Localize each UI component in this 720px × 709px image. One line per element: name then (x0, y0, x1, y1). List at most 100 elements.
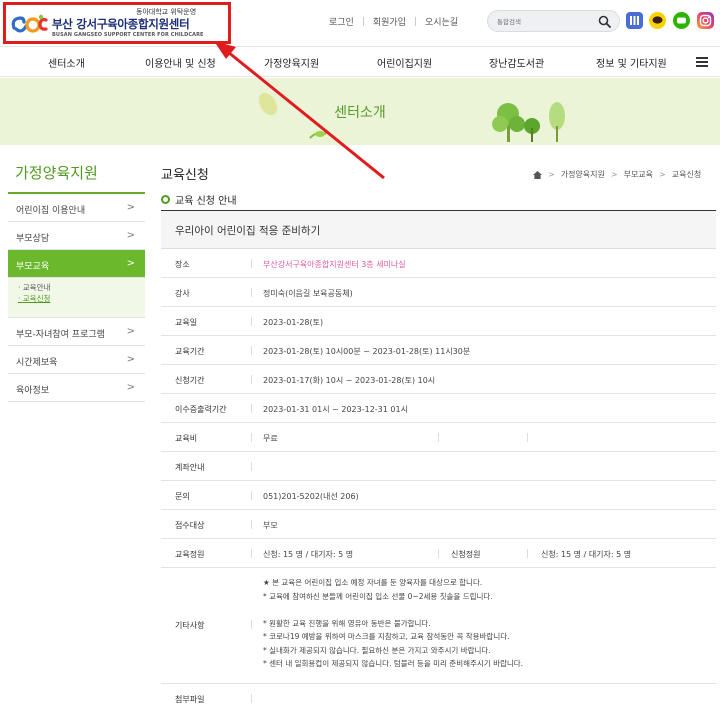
notes-list: ★ 본 교육은 어린이집 입소 예정 자녀를 둔 양육자를 대상으로 합니다. … (263, 576, 523, 671)
divider (251, 317, 252, 326)
row-value: 051)201-5202(내선 206) (263, 492, 359, 501)
login-link[interactable]: 로그인 (320, 15, 363, 28)
breadcrumb-item[interactable]: 교육신청 (672, 169, 701, 180)
submenu-item-education-info[interactable]: · 교육안내 (18, 282, 145, 293)
divider (251, 404, 252, 413)
sidebar-title: 가정양육지원 (15, 164, 98, 182)
table-row: 첨부파일 (161, 684, 716, 709)
home-icon[interactable] (533, 170, 542, 179)
row-label: 신청기간 (175, 376, 205, 385)
main-nav: 센터소개 이용안내 및 신청 가정양육지원 어린이집지원 장난감도서관 정보 및… (0, 46, 720, 77)
instagram-icon[interactable] (697, 12, 714, 29)
search-input[interactable] (497, 15, 593, 28)
directions-link[interactable]: 오시는길 (416, 15, 467, 28)
divider (251, 462, 252, 471)
blog-icon[interactable] (626, 12, 643, 29)
nav-daycare[interactable]: 어린이집지원 (377, 55, 432, 70)
note-line: * 원활한 교육 진행을 위해 영유아 동반은 불가합니다. (263, 618, 431, 628)
top-links: 로그인 회원가입 오시는길 (320, 15, 467, 28)
note-line: ★ 본 교육은 어린이집 입소 예정 자녀를 둔 양육자를 대상으로 합니다. (263, 578, 483, 587)
divider (251, 694, 252, 703)
row-value: 신청: 15 명 / 대기자: 5 명 (541, 550, 632, 559)
table-row: 접수대상 부모 (161, 510, 716, 539)
divider (438, 549, 439, 558)
row-value: 무료 (263, 434, 278, 443)
row-value: 정미숙(이음길 보육공동체) (263, 289, 353, 298)
divider (251, 346, 252, 355)
table-row: 교육기간 2023-01-28(토) 10시00분 ~ 2023-01-28(토… (161, 336, 716, 365)
header: 동아대학교 위탁운영 부산 강서구육아종합지원센터 BUSAN GANGSEO … (0, 0, 720, 46)
table-row: 문의 051)201-5202(내선 206) (161, 481, 716, 510)
sidebar-item-family-program[interactable]: 부모-자녀참여 프로그램 > (8, 318, 145, 346)
divider (251, 433, 252, 442)
row-label: 교육일 (175, 318, 198, 327)
sidebar-submenu: · 교육안내 · 교육신청 (8, 278, 145, 318)
divider (251, 375, 252, 384)
divider (251, 620, 252, 629)
nav-usage[interactable]: 이용안내 및 신청 (145, 55, 216, 70)
submenu-item-education-apply[interactable]: · 교육신청 (18, 293, 145, 304)
section-heading-label: 교육 신청 안내 (175, 196, 237, 207)
search-icon[interactable] (598, 15, 611, 28)
row-label: 계좌안내 (175, 463, 205, 472)
row-value: 신청: 15 명 / 대기자: 5 명 (263, 550, 354, 559)
row-value: 2023-01-28(토) (263, 318, 324, 327)
divider (438, 433, 439, 442)
table-row: 교육일 2023-01-28(토) (161, 307, 716, 336)
sidebar-item-label: 시간제보육 (16, 358, 58, 368)
sidebar-item-daycare-guide[interactable]: 어린이집 이용안내 > (8, 194, 145, 222)
sidebar-item-label: 어린이집 이용안내 (16, 206, 86, 216)
sidebar-item-label: 부모상담 (16, 234, 50, 244)
nav-home-care[interactable]: 가정양육지원 (264, 55, 319, 70)
row-label: 이수증출력기간 (175, 405, 227, 414)
chevron-right-icon: > (126, 326, 135, 337)
breadcrumb-item[interactable]: 가정양육지원 (561, 169, 605, 180)
breadcrumb-item[interactable]: 부모교육 (624, 169, 653, 180)
nav-toy-library[interactable]: 장난감도서관 (489, 55, 544, 70)
chevron-right-icon: > (548, 170, 555, 179)
row-value: 2023-01-31 01시 ~ 2023-12-31 01시 (263, 405, 408, 414)
table-row: 교육비 무료 (161, 423, 716, 452)
signup-link[interactable]: 회원가입 (364, 15, 415, 28)
divider (251, 491, 252, 500)
divider (251, 549, 252, 558)
table-row: 이수증출력기간 2023-01-31 01시 ~ 2023-12-31 01시 (161, 394, 716, 423)
sidebar-item-hourly-care[interactable]: 시간제보육 > (8, 346, 145, 374)
table-row: 신청기간 2023-01-17(화) 10시 ~ 2023-01-28(토) 1… (161, 365, 716, 394)
kakao-icon[interactable] (649, 12, 666, 29)
course-title-box: 우리아이 어린이집 적응 준비하기 (161, 211, 716, 249)
table-row: 기타사항 ★ 본 교육은 어린이집 입소 예정 자녀를 둔 양육자를 대상으로 … (161, 568, 716, 684)
row-label: 기타사항 (175, 621, 205, 630)
table-row: 교육정원 신청: 15 명 / 대기자: 5 명 신청정원 신청: 15 명 /… (161, 539, 716, 568)
chevron-right-icon: > (610, 170, 618, 179)
divider (251, 259, 252, 268)
row-label: 강사 (175, 289, 190, 298)
sidebar-item-parent-counsel[interactable]: 부모상담 > (8, 222, 145, 250)
search-box (487, 10, 620, 32)
logo-mark-icon (11, 14, 48, 33)
site-logo[interactable]: 동아대학교 위탁운영 부산 강서구육아종합지원센터 BUSAN GANGSEO … (3, 2, 231, 44)
band-icon[interactable] (673, 12, 690, 29)
course-detail-table: 장소 부산강서구육아종합지원센터 3층 세미나실 강사 정미숙(이음길 보육공동… (161, 249, 716, 709)
sidebar-item-parent-education[interactable]: 부모교육 > (8, 250, 145, 278)
divider (251, 520, 252, 529)
nav-info[interactable]: 정보 및 기타지원 (596, 55, 667, 70)
chevron-right-icon: > (126, 230, 135, 241)
breadcrumb: > 가정양육지원 > 부모교육 > 교육신청 (533, 169, 701, 180)
nav-center-intro[interactable]: 센터소개 (48, 55, 85, 70)
row-value: 2023-01-28(토) 10시00분 ~ 2023-01-28(토) 11시… (263, 347, 471, 356)
row-label: 첨부파일 (175, 695, 205, 704)
divider (527, 433, 528, 442)
chevron-right-icon: > (126, 354, 135, 365)
note-line: * 실내화가 제공되지 않습니다. 필요하신 분은 가지고 와주시기 바랍니다. (263, 645, 491, 655)
course-title: 우리아이 어린이집 적응 준비하기 (175, 225, 321, 237)
row-label: 교육비 (175, 434, 198, 443)
sidebar-item-label: 부모-자녀참여 프로그램 (16, 330, 105, 340)
hamburger-menu-icon[interactable] (696, 57, 708, 67)
note-line: * 코로나19 예방을 위하여 마스크를 지참하고, 교육 참석동안 꼭 착용바… (263, 632, 510, 641)
chevron-right-icon: > (126, 258, 135, 269)
banner-title: 센터소개 (334, 105, 386, 121)
page-banner: 센터소개 (0, 78, 720, 145)
row-value: 2023-01-17(화) 10시 ~ 2023-01-28(토) 10시 (263, 376, 436, 385)
sidebar-item-parenting-info[interactable]: 육아정보 > (8, 374, 145, 402)
